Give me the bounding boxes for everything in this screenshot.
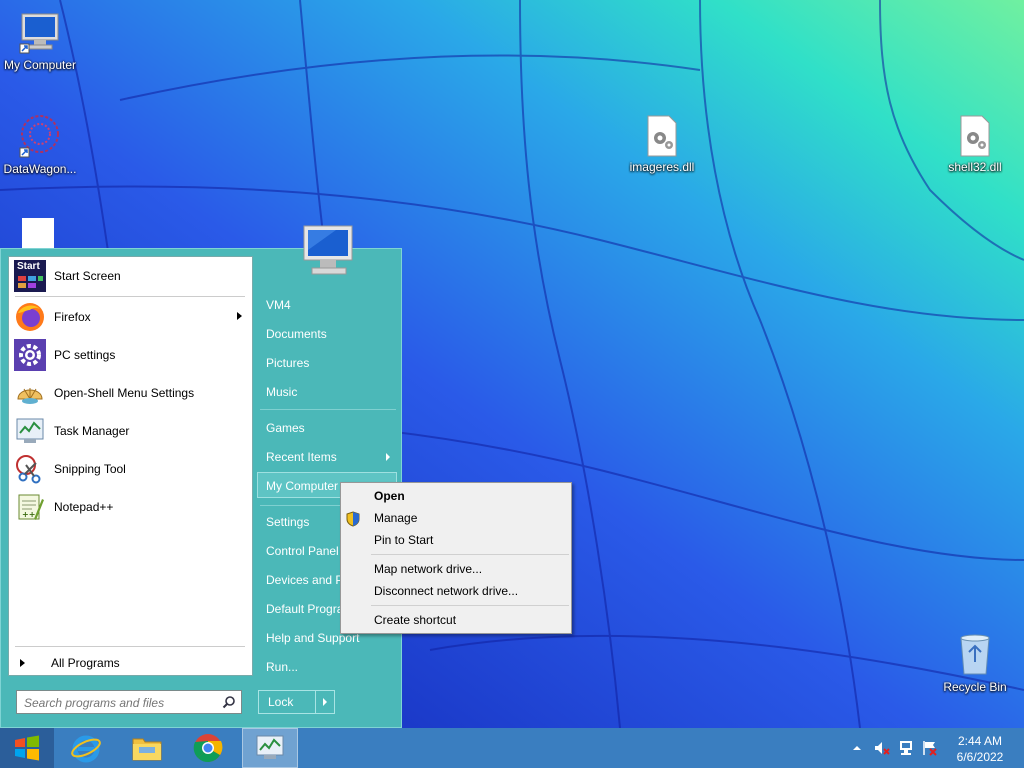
start-item-games[interactable]: Games — [266, 421, 305, 435]
all-programs-arrow-icon — [20, 659, 25, 667]
context-item-open[interactable]: Open — [374, 489, 405, 503]
program-label: PC settings — [54, 348, 116, 362]
gear-icon — [14, 339, 46, 371]
desktop-icon-label: shell32.dll — [948, 160, 1002, 174]
svg-text:++: ++ — [22, 510, 35, 519]
program-pc-settings[interactable]: PC settings — [9, 337, 252, 373]
all-programs-item[interactable]: All Programs — [9, 645, 252, 681]
taskbar-clock[interactable]: 2:44 AM 6/6/2022 — [944, 733, 1016, 765]
dll-file-icon — [647, 115, 677, 157]
chrome-icon — [193, 734, 223, 763]
taskbar-task-manager[interactable] — [242, 728, 298, 768]
search-input[interactable] — [22, 692, 221, 714]
uac-shield-icon — [346, 511, 360, 527]
start-item-documents[interactable]: Documents — [266, 327, 327, 341]
show-hidden-icons-chevron-icon[interactable] — [852, 744, 862, 752]
context-item-disconnect-network-drive[interactable]: Disconnect network drive... — [374, 584, 518, 598]
desktop-icon-shell32[interactable]: shell32.dll — [935, 114, 1015, 174]
all-programs-label: All Programs — [51, 656, 120, 670]
start-search-box[interactable] — [16, 690, 242, 714]
desktop-icon-label: My Computer — [3, 58, 77, 72]
taskbar-internet-explorer[interactable] — [58, 728, 114, 768]
desktop-icon-recycle-bin[interactable]: Recycle Bin — [935, 630, 1015, 694]
notepad-plus-plus-icon: ++ — [18, 494, 44, 520]
start-orb-icon — [15, 735, 39, 761]
program-label: Notepad++ — [54, 500, 114, 514]
start-item-settings[interactable]: Settings — [266, 515, 309, 529]
clock-date: 6/6/2022 — [956, 750, 1004, 764]
taskbar-file-explorer[interactable] — [119, 728, 175, 768]
program-label: Open-Shell Menu Settings — [54, 386, 195, 400]
start-item-pictures[interactable]: Pictures — [266, 356, 309, 370]
desktop-icon-label: Recycle Bin — [943, 680, 1007, 694]
program-snipping-tool[interactable]: Snipping Tool — [9, 451, 252, 487]
start-item-recent-items[interactable]: Recent Items — [266, 450, 337, 464]
context-item-create-shortcut[interactable]: Create shortcut — [374, 613, 456, 627]
submenu-arrow-icon — [237, 312, 242, 320]
arrow-right-icon — [323, 698, 327, 706]
start-screen-icon-text: Start — [17, 261, 40, 272]
taskbar-chrome[interactable] — [180, 728, 236, 768]
volume-muted-icon[interactable] — [874, 741, 890, 755]
start-item-music[interactable]: Music — [266, 385, 297, 399]
search-icon[interactable] — [222, 695, 236, 709]
context-item-manage[interactable]: Manage — [374, 511, 417, 525]
start-item-control-panel[interactable]: Control Panel — [266, 544, 339, 558]
program-label: Task Manager — [54, 424, 130, 438]
dll-file-icon — [960, 115, 990, 157]
action-center-flag-icon[interactable] — [922, 740, 938, 756]
scissors-icon — [16, 455, 41, 484]
task-manager-icon — [256, 735, 284, 759]
network-icon[interactable] — [898, 740, 914, 756]
context-item-map-network-drive[interactable]: Map network drive... — [374, 562, 482, 576]
desktop-icon-label: DataWagon... — [3, 162, 77, 176]
lock-button[interactable]: Lock — [258, 690, 316, 714]
start-screen-icon: Start — [14, 260, 46, 292]
shutdown-options-button[interactable] — [315, 690, 335, 714]
program-firefox[interactable]: Firefox — [9, 299, 252, 335]
desktop-icon-datawagon[interactable]: DataWagon... — [0, 112, 80, 176]
datawagon-icon — [19, 115, 59, 158]
context-separator — [371, 554, 569, 555]
start-item-vm4[interactable]: VM4 — [266, 298, 291, 312]
right-column-separator — [260, 409, 396, 410]
seashell-icon — [17, 388, 43, 404]
context-menu: Open Manage Pin to Start Map network dri… — [340, 482, 572, 634]
recycle-bin-icon — [960, 634, 990, 675]
start-item-devices-printers[interactable]: Devices and P — [266, 573, 343, 587]
programs-separator — [15, 296, 245, 297]
program-task-manager[interactable]: Task Manager — [9, 413, 252, 449]
desktop-icon-my-computer[interactable]: My Computer — [0, 8, 80, 72]
program-start-screen[interactable]: Start Start Screen — [9, 258, 252, 294]
program-notepad-plus-plus[interactable]: ++ Notepad++ — [9, 489, 252, 525]
desktop-icon-imageres[interactable]: imageres.dll — [622, 114, 702, 174]
program-label: Snipping Tool — [54, 462, 126, 476]
start-item-run[interactable]: Run... — [266, 660, 298, 674]
desktop-icon-label: imageres.dll — [629, 160, 695, 174]
clock-time: 2:44 AM — [957, 734, 1003, 748]
start-button[interactable] — [0, 728, 54, 768]
context-separator — [371, 605, 569, 606]
file-explorer-icon — [132, 738, 162, 761]
desktop-file-icon[interactable] — [22, 218, 54, 250]
firefox-icon — [16, 303, 44, 331]
program-label: Start Screen — [54, 269, 121, 283]
submenu-arrow-icon — [386, 453, 390, 461]
user-picture-computer-icon[interactable] — [296, 222, 358, 280]
taskbar — [0, 728, 1024, 768]
start-item-default-programs[interactable]: Default Progra — [266, 602, 343, 616]
computer-icon — [19, 13, 59, 54]
task-manager-icon — [16, 418, 44, 443]
program-open-shell-settings[interactable]: Open-Shell Menu Settings — [9, 375, 252, 411]
program-label: Firefox — [54, 310, 91, 324]
internet-explorer-icon — [71, 735, 101, 763]
context-item-pin-to-start[interactable]: Pin to Start — [374, 533, 433, 547]
start-item-my-computer[interactable]: My Computer — [266, 479, 338, 493]
